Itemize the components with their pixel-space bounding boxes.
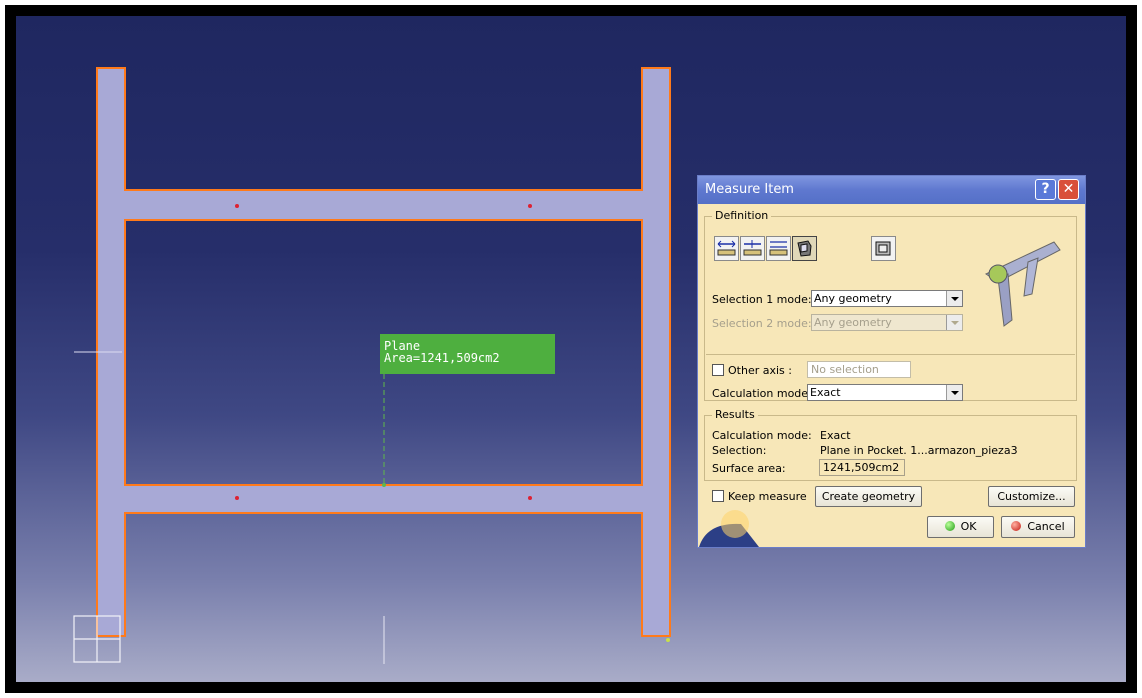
calc-mode-label: Calculation mode: [712, 387, 812, 400]
measure-item-dialog: Measure Item ? ✕ Definition Selection 1 … [697, 175, 1086, 548]
result-value: Exact [820, 429, 851, 442]
ok-button[interactable]: OK [927, 516, 994, 538]
chevron-down-icon[interactable] [946, 385, 962, 400]
results-legend: Results [712, 408, 758, 421]
vertex-point [235, 204, 239, 208]
annotation-anchor [382, 483, 386, 487]
measure-between-chain-icon[interactable] [740, 236, 765, 261]
annotation-area: Area=1241,509cm2 [384, 351, 500, 365]
vertex-point [235, 496, 239, 500]
chevron-down-icon[interactable] [946, 315, 962, 330]
caliper-icon [984, 241, 1061, 327]
divider [706, 354, 1075, 355]
result-label: Selection: [712, 444, 767, 457]
cancel-icon [1011, 521, 1022, 531]
calc-mode-combo[interactable]: Exact [807, 384, 963, 401]
vertex-point [528, 496, 532, 500]
definition-legend: Definition [712, 209, 772, 222]
other-axis-checkbox[interactable] [712, 364, 724, 376]
screenshot-frame: Plane Area=1241,509cm2 Measure Item ? ✕ … [0, 0, 1142, 698]
create-geometry-button[interactable]: Create geometry [815, 486, 922, 507]
measure-annotation[interactable]: Plane Area=1241,509cm2 [380, 334, 555, 374]
keep-measure-label: Keep measure [728, 490, 807, 503]
selection1-value: Any geometry [814, 292, 892, 305]
other-axis-label: Other axis : [728, 364, 792, 377]
keep-measure-checkbox[interactable] [712, 490, 724, 502]
calc-mode-value: Exact [810, 386, 841, 399]
ok-label: OK [960, 520, 977, 533]
selection2-label: Selection 2 mode: [712, 317, 812, 330]
other-axis-field[interactable]: No selection [807, 361, 911, 378]
customize-button[interactable]: Customize... [988, 486, 1075, 507]
result-label: Surface area: [712, 462, 786, 475]
dialog-title: Measure Item [705, 182, 794, 197]
cancel-button[interactable]: Cancel [1001, 516, 1075, 538]
surface-area-field: 1241,509cm2 [819, 459, 905, 476]
vertex-point [528, 204, 532, 208]
selection1-combo[interactable]: Any geometry [811, 290, 963, 307]
measure-thickness-icon[interactable] [871, 236, 896, 261]
cancel-label: Cancel [1027, 520, 1065, 533]
axis-point [666, 638, 670, 642]
help-button[interactable]: ? [1035, 179, 1056, 200]
close-button[interactable]: ✕ [1058, 179, 1079, 200]
selection2-value: Any geometry [814, 316, 892, 329]
measure-item-icon[interactable] [792, 236, 817, 261]
result-value: Plane in Pocket. 1...armazon_pieza3 [820, 444, 1018, 457]
result-label: Calculation mode: [712, 429, 812, 442]
selection2-combo[interactable]: Any geometry [811, 314, 963, 331]
dialog-titlebar[interactable]: Measure Item ? ✕ [698, 176, 1085, 204]
measure-between-icon[interactable] [714, 236, 739, 261]
selection1-label: Selection 1 mode: [712, 293, 812, 306]
chevron-down-icon[interactable] [946, 291, 962, 306]
measure-between-fan-icon[interactable] [766, 236, 791, 261]
ok-icon [944, 521, 955, 531]
compass-icon [699, 510, 759, 547]
